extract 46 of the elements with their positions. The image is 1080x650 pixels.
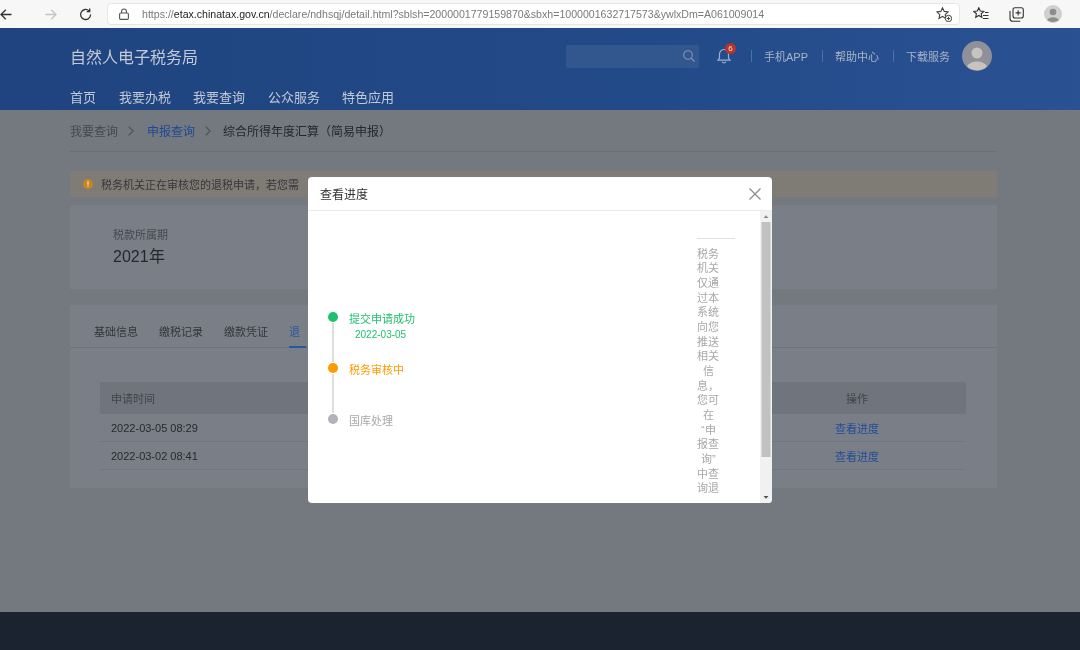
notice-text: 税务机关正在审核您的退税申请，若您需 — [101, 178, 299, 192]
search-icon[interactable] — [683, 50, 695, 62]
star-plus-icon[interactable] — [936, 6, 952, 22]
close-icon[interactable] — [749, 187, 761, 200]
profile-icon[interactable] — [1044, 5, 1062, 23]
action-link[interactable]: 查看进度 — [835, 419, 879, 436]
header-link[interactable]: 下载服务 — [906, 48, 950, 64]
tab[interactable]: 基础信息 — [94, 305, 138, 348]
step-date: 2022-03-05 — [354, 327, 408, 341]
table-cell: 2022-03-05 08:29 — [111, 421, 198, 434]
step-label: 国库处理 — [349, 414, 393, 428]
nav-item[interactable]: 特色应用 — [342, 86, 394, 106]
timeline-line — [332, 323, 334, 362]
lock-icon — [119, 8, 129, 20]
header-link[interactable]: 帮助中心 — [835, 48, 879, 64]
dialog-title: 查看进度 — [320, 187, 368, 202]
period-value: 2021年 — [113, 247, 165, 267]
site-title: 自然人电子税务局 — [70, 48, 198, 68]
back-icon[interactable] — [0, 8, 12, 20]
favorites-icon[interactable] — [973, 7, 989, 21]
url-text: https://etax.chinatax.gov.cn/declare/ndhsqj/detail.html?sblsh=2000001779159870&sbxh=1000001632717573&ywlxDm=A061009014 — [142, 8, 765, 20]
refresh-icon[interactable] — [79, 7, 92, 21]
tab[interactable]: 缴税记录 — [159, 305, 203, 348]
step-label: 提交申请成功 — [349, 312, 415, 326]
notification-badge: 6 — [725, 43, 736, 54]
tab[interactable]: 缴款凭证 — [224, 305, 268, 348]
collections-icon[interactable] — [1009, 6, 1024, 22]
bell-icon[interactable] — [717, 48, 731, 64]
table-cell: 2022-03-02 08:41 — [111, 449, 198, 462]
chevron-right-icon — [128, 125, 134, 136]
header-link[interactable]: 手机APP — [764, 48, 808, 64]
alert-icon — [83, 179, 93, 189]
nav-item[interactable]: 我要办税 — [118, 86, 171, 106]
nav-item[interactable]: 公众服务 — [267, 86, 320, 106]
avatar-icon[interactable] — [962, 41, 992, 71]
action-link[interactable]: 查看进度 — [835, 447, 879, 464]
nav-item[interactable]: 我要查询 — [193, 86, 245, 106]
current-page-label: 综合所得年度汇算（简易申报） — [223, 124, 391, 139]
note-text: 税务机关仅通过本系统向您推送相关信息，您可在“申报查询”中查询退 — [697, 246, 720, 496]
scrollbar[interactable] — [760, 211, 772, 503]
step-label: 税务审核中 — [349, 363, 404, 377]
timeline-line — [332, 374, 334, 413]
chevron-right-icon — [205, 125, 211, 136]
search-field[interactable] — [566, 44, 699, 68]
nav-item[interactable]: 首页 — [70, 86, 96, 106]
address-bar[interactable]: https://etax.chinatax.gov.cn/declare/ndhsqj/detail.html?sblsh=2000001779159870&sbxh=1000001632717573&ywlxDm=A061009014 — [107, 3, 960, 25]
